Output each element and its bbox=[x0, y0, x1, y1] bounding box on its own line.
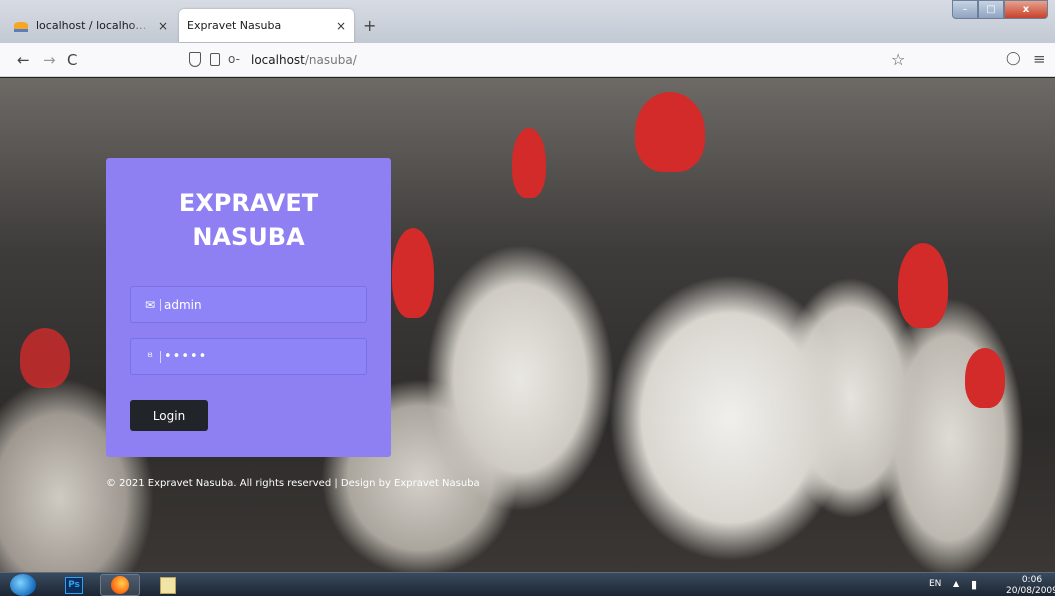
minimize-button[interactable]: – bbox=[952, 0, 978, 19]
notepad-taskbar-button[interactable] bbox=[148, 574, 188, 596]
tab-phpmyadmin[interactable]: localhost / localhost | phpMyAdmin × bbox=[6, 9, 176, 42]
phpmyadmin-favicon-icon bbox=[14, 20, 30, 32]
clock-date: 20/08/2009 bbox=[1006, 586, 1055, 596]
login-title: EXPRAVET NASUBA bbox=[106, 186, 391, 254]
password-input[interactable] bbox=[164, 349, 354, 364]
hamburger-menu-icon[interactable]: ≡ bbox=[1033, 50, 1046, 68]
notepad-icon bbox=[160, 576, 176, 594]
new-tab-button[interactable]: + bbox=[363, 16, 376, 35]
chicken-comb bbox=[20, 328, 70, 388]
browser-tab-strip: localhost / localhost | phpMyAdmin × Exp… bbox=[0, 0, 1055, 43]
tracking-shield-icon[interactable] bbox=[189, 52, 201, 67]
field-divider bbox=[160, 298, 161, 311]
reload-icon[interactable]: C bbox=[67, 51, 77, 69]
taskbar: Ps EN ▲ ▮ 0:06 20/08/2009 bbox=[0, 572, 1055, 596]
username-field[interactable]: ✉ bbox=[130, 286, 367, 323]
chicken-comb bbox=[392, 228, 434, 318]
password-field[interactable]: ᴽ bbox=[130, 338, 367, 375]
browser-nav-bar: ← → C o- localhost/nasuba/ ☆ ◯ ≡ bbox=[0, 43, 1055, 77]
url-path: /nasuba/ bbox=[304, 53, 357, 67]
clock-time: 0:06 bbox=[1021, 575, 1043, 585]
language-indicator[interactable]: EN bbox=[929, 579, 941, 589]
tab-title: localhost / localhost | phpMyAdmin bbox=[36, 19, 152, 32]
firefox-icon bbox=[111, 576, 129, 594]
tab-title: Expravet Nasuba bbox=[187, 19, 282, 32]
back-arrow-icon[interactable]: ← bbox=[17, 51, 30, 69]
key-icon: ᴽ bbox=[147, 349, 153, 364]
page-info-icon[interactable] bbox=[210, 53, 220, 66]
tab-expravet-nasuba[interactable]: Expravet Nasuba × bbox=[179, 9, 354, 42]
url-host: localhost bbox=[251, 53, 305, 67]
bookmark-star-icon[interactable]: ☆ bbox=[891, 50, 905, 69]
photoshop-icon: Ps bbox=[65, 576, 83, 594]
url-bar[interactable]: localhost/nasuba/ bbox=[251, 53, 357, 67]
title-line-2: NASUBA bbox=[192, 223, 305, 251]
forward-arrow-icon[interactable]: → bbox=[43, 51, 56, 69]
network-icon[interactable]: ▮ bbox=[971, 578, 977, 591]
show-hidden-icons-arrow-icon[interactable]: ▲ bbox=[953, 579, 959, 588]
title-line-1: EXPRAVET bbox=[178, 189, 319, 217]
chicken-comb bbox=[965, 348, 1005, 408]
photoshop-taskbar-button[interactable]: Ps bbox=[54, 574, 94, 596]
login-button[interactable]: Login bbox=[130, 400, 208, 431]
firefox-taskbar-button[interactable] bbox=[100, 574, 140, 596]
page-background: EXPRAVET NASUBA ✉ ᴽ Login © 2021 Exprave… bbox=[0, 78, 1055, 572]
tab-close-icon[interactable]: × bbox=[336, 19, 346, 33]
maximize-button[interactable]: □ bbox=[978, 0, 1004, 19]
window-controls: – □ x bbox=[952, 0, 1048, 19]
window-close-button[interactable]: x bbox=[1004, 0, 1048, 19]
pocket-icon[interactable]: ◯ bbox=[1006, 51, 1021, 66]
chicken-comb bbox=[512, 128, 546, 198]
chicken-comb bbox=[635, 92, 705, 172]
clock[interactable]: 0:06 20/08/2009 bbox=[1006, 575, 1055, 596]
username-input[interactable] bbox=[164, 297, 354, 312]
footer-copyright: © 2021 Expravet Nasuba. All rights reser… bbox=[106, 478, 480, 489]
chicken-comb bbox=[898, 243, 948, 328]
envelope-icon: ✉ bbox=[144, 297, 156, 312]
key-icon[interactable]: o- bbox=[228, 52, 240, 66]
field-divider bbox=[160, 350, 161, 363]
tab-close-icon[interactable]: × bbox=[158, 19, 168, 33]
login-card: EXPRAVET NASUBA ✉ ᴽ Login bbox=[106, 158, 391, 457]
start-button-icon[interactable] bbox=[10, 574, 36, 596]
